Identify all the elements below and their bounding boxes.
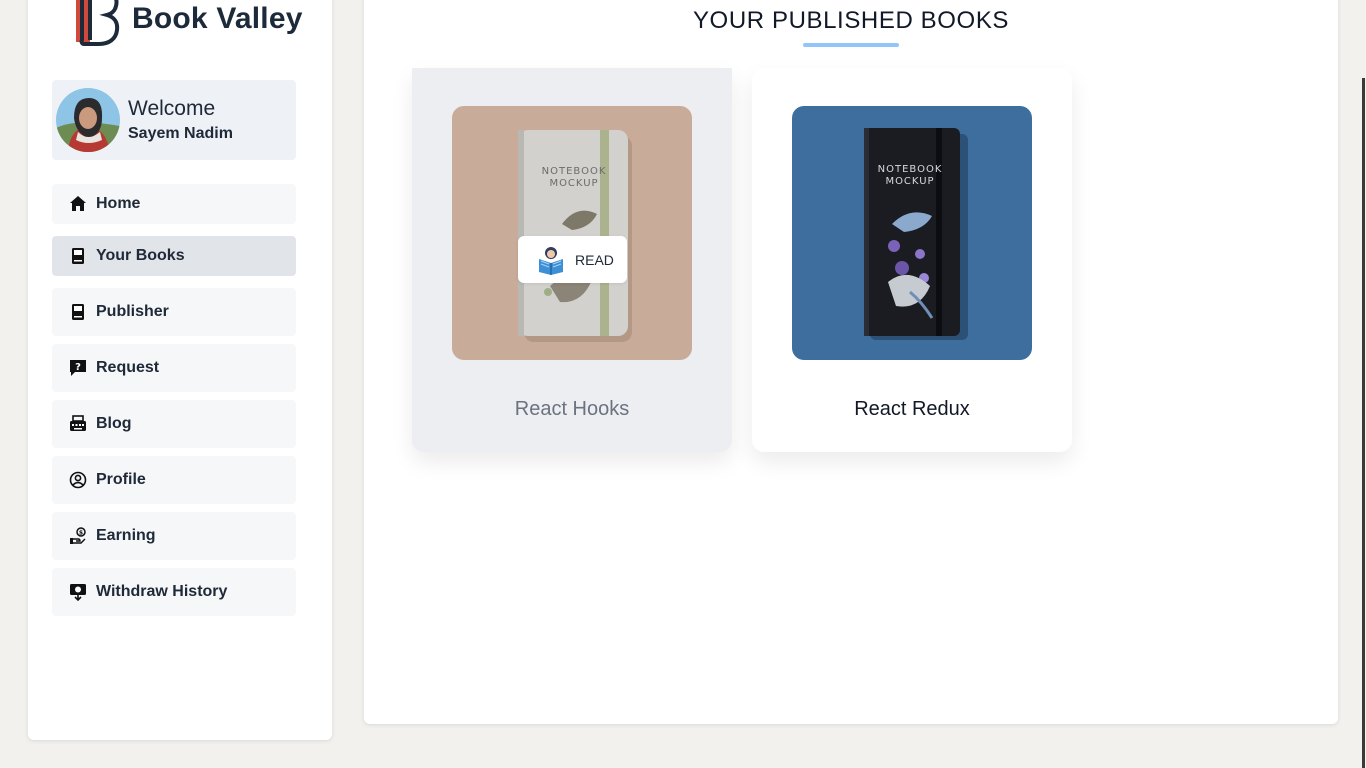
sidebar-item-withdraw-history[interactable]: Withdraw History xyxy=(52,568,296,616)
scrollbar[interactable] xyxy=(1360,0,1366,768)
app-name: Book Valley xyxy=(132,2,303,35)
cover-text-notebook: NOTEBOOK xyxy=(542,166,607,177)
book-icon xyxy=(68,246,88,266)
cover-text-mockup: MOCKUP xyxy=(885,176,934,187)
user-avatar-icon xyxy=(56,88,120,152)
read-label: READ xyxy=(575,251,614,268)
read-button[interactable]: READ xyxy=(518,236,627,283)
svg-text:$: $ xyxy=(79,530,83,537)
brand[interactable]: Book Valley xyxy=(70,0,303,46)
sidebar-item-publisher[interactable]: Publisher xyxy=(52,288,296,336)
book-cover: NOTEBOOK MOCKUP xyxy=(792,106,1032,360)
svg-text:?: ? xyxy=(75,362,81,373)
home-icon xyxy=(68,194,88,214)
avatar[interactable] xyxy=(56,88,120,152)
cover-text-mockup: MOCKUP xyxy=(549,178,598,189)
sidebar-item-label: Request xyxy=(96,359,160,376)
download-monitor-icon xyxy=(68,582,88,602)
welcome-card: Welcome Sayem Nadim xyxy=(52,80,296,160)
sidebar-item-label: Withdraw History xyxy=(96,583,228,600)
book-card[interactable]: NOTEBOOK MOCKUP READ React Hooks xyxy=(412,68,732,452)
scrollbar-thumb[interactable] xyxy=(1362,78,1365,768)
sidebar-item-your-books[interactable]: Your Books xyxy=(52,236,296,276)
sidebar-item-label: Your Books xyxy=(96,247,185,264)
notebook-cover-image: NOTEBOOK MOCKUP xyxy=(792,106,1032,360)
welcome-title: Welcome xyxy=(128,97,216,120)
sidebar-item-blog[interactable]: Blog xyxy=(52,400,296,448)
title-underline xyxy=(803,43,899,47)
main-content: YOUR PUBLISHED BOOKS NOTEBOOK MOCKUP REA… xyxy=(364,0,1338,724)
sidebar-item-label: Earning xyxy=(96,527,156,544)
cover-text-notebook: NOTEBOOK xyxy=(878,164,943,175)
sidebar-nav: Home Your Books Publisher ? Request Blog xyxy=(52,184,296,624)
user-name: Sayem Nadim xyxy=(128,125,233,142)
book-title: React Hooks xyxy=(514,398,630,420)
book-title: React Redux xyxy=(854,398,970,420)
book-icon xyxy=(68,302,88,322)
sidebar-item-earning[interactable]: $ Earning xyxy=(52,512,296,560)
reading-person-icon xyxy=(536,245,566,275)
book-valley-logo-icon xyxy=(76,0,120,46)
sidebar-item-label: Profile xyxy=(96,471,146,488)
sidebar-item-label: Blog xyxy=(96,415,132,432)
page-title: YOUR PUBLISHED BOOKS xyxy=(692,7,1010,34)
book-cover: NOTEBOOK MOCKUP xyxy=(452,106,692,360)
user-circle-icon xyxy=(68,470,88,490)
sidebar-item-label: Publisher xyxy=(96,303,169,320)
sidebar-item-request[interactable]: ? Request xyxy=(52,344,296,392)
sidebar-item-home[interactable]: Home xyxy=(52,184,296,224)
question-chat-icon: ? xyxy=(68,358,88,378)
sidebar: Book Valley Welcome Sayem Nadim Home You… xyxy=(28,0,332,740)
sidebar-item-label: Home xyxy=(96,195,141,212)
notebook-cover-image: NOTEBOOK MOCKUP xyxy=(452,106,692,360)
typewriter-icon xyxy=(68,414,88,434)
money-hand-icon: $ xyxy=(68,526,88,546)
sidebar-item-profile[interactable]: Profile xyxy=(52,456,296,504)
book-card[interactable]: NOTEBOOK MOCKUP React Redux xyxy=(752,68,1072,452)
